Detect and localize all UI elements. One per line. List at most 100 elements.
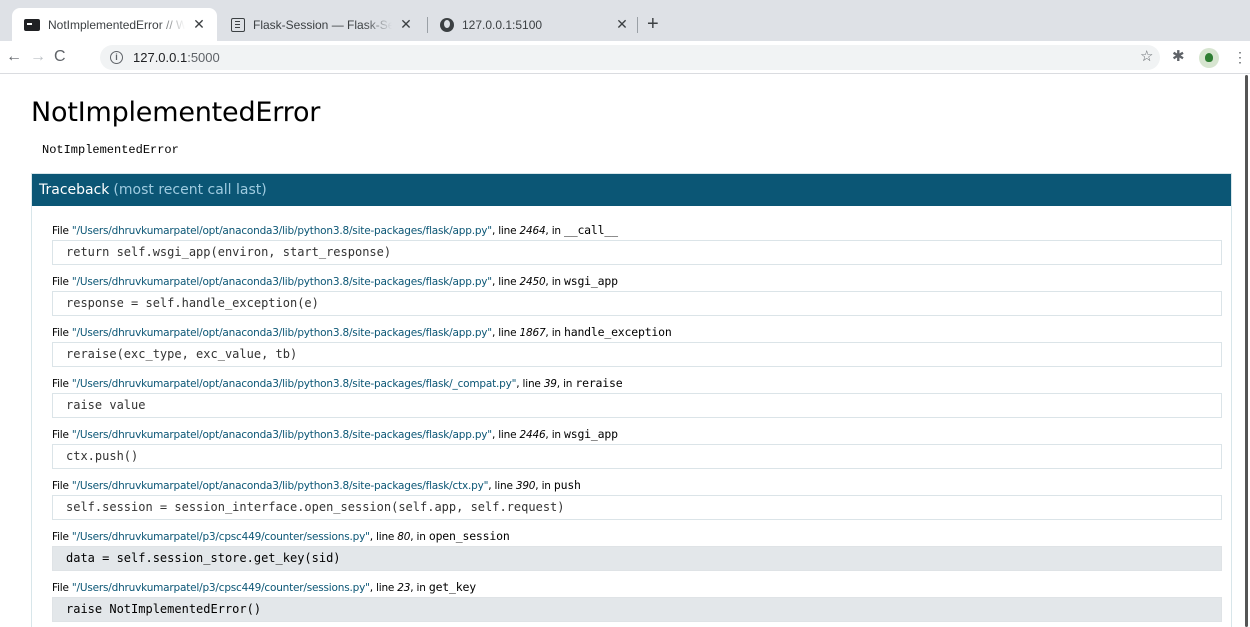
frame-function-name: reraise — [575, 376, 623, 390]
frame-location: File "/Users/dhruvkumarpatel/p3/cpsc449/… — [52, 580, 1222, 596]
frame-in-label: , in — [535, 480, 554, 492]
frame-location: File "/Users/dhruvkumarpatel/opt/anacond… — [52, 325, 1222, 341]
frame-line-label: , line — [488, 480, 516, 492]
frame-source-line[interactable]: raise NotImplementedError() — [52, 597, 1222, 622]
frame-line-number: 2464 — [519, 225, 546, 237]
frame-location: File "/Users/dhruvkumarpatel/p3/cpsc449/… — [52, 529, 1222, 545]
frame-in-label: , in — [545, 327, 565, 339]
traceback-frames: File "/Users/dhruvkumarpatel/opt/anacond… — [52, 223, 1222, 627]
frame-line-label: , line — [491, 276, 520, 288]
frame-function-name: push — [553, 478, 581, 492]
globe-icon — [440, 17, 454, 32]
frame-line-label: , line — [491, 327, 520, 339]
frame-file-prefix: File — [52, 429, 72, 441]
frame-location: File "/Users/dhruvkumarpatel/opt/anacond… — [52, 223, 1222, 239]
traceback-frame: File "/Users/dhruvkumarpatel/opt/anacond… — [52, 325, 1222, 367]
frame-in-label: , in — [545, 276, 565, 288]
traceback-frame: File "/Users/dhruvkumarpatel/opt/anacond… — [52, 274, 1222, 316]
frame-line-number: 80 — [397, 531, 411, 543]
frame-location: File "/Users/dhruvkumarpatel/opt/anacond… — [52, 427, 1222, 443]
new-tab-button[interactable]: + — [647, 14, 659, 34]
tab-title: Flask-Session — Flask-Session — [253, 17, 392, 32]
frame-location: File "/Users/dhruvkumarpatel/opt/anacond… — [52, 478, 1222, 494]
frame-source-line[interactable]: data = self.session_store.get_key(sid) — [52, 546, 1222, 571]
traceback-frame: File "/Users/dhruvkumarpatel/p3/cpsc449/… — [52, 529, 1222, 571]
frame-line-number: 39 — [543, 378, 557, 390]
forward-arrow-icon[interactable]: → — [30, 48, 46, 66]
frame-file-prefix: File — [52, 276, 72, 288]
tab-strip: NotImplementedError // Werkzeug Debugger… — [0, 0, 1250, 41]
frame-function-name: wsgi_app — [564, 274, 618, 288]
frame-source-line[interactable]: reraise(exc_type, exc_value, tb) — [52, 342, 1222, 367]
frame-file-path[interactable]: "/Users/dhruvkumarpatel/p3/cpsc449/count… — [72, 582, 370, 594]
browser-toolbar: ← → C i 127.0.0.1:5000 ☆ ✱ ⋮ — [0, 41, 1250, 74]
frame-line-number: 390 — [515, 480, 536, 492]
traceback-frame: File "/Users/dhruvkumarpatel/opt/anacond… — [52, 376, 1222, 418]
tab-localhost-5100[interactable]: 127.0.0.1:5100 ✕ — [428, 8, 640, 41]
frame-file-prefix: File — [52, 327, 72, 339]
traceback-header-title: Traceback — [39, 182, 110, 198]
frame-line-number: 2446 — [519, 429, 546, 441]
frame-function-name: get_key — [428, 580, 476, 594]
document-icon — [231, 17, 245, 32]
frame-function-name: __call__ — [564, 223, 618, 237]
frame-file-path[interactable]: "/Users/dhruvkumarpatel/opt/anaconda3/li… — [72, 225, 492, 237]
frame-function-name: handle_exception — [564, 325, 672, 339]
frame-function-name: open_session — [428, 529, 510, 543]
frame-in-label: , in — [545, 225, 565, 237]
frame-source-line[interactable]: ctx.push() — [52, 444, 1222, 469]
reload-icon[interactable]: C — [54, 48, 66, 66]
frame-in-label: , in — [410, 531, 429, 543]
frame-file-path[interactable]: "/Users/dhruvkumarpatel/opt/anaconda3/li… — [72, 378, 517, 390]
close-icon[interactable]: ✕ — [191, 16, 207, 33]
frame-source-line[interactable]: self.session = session_interface.open_se… — [52, 495, 1222, 520]
bookmark-star-icon[interactable]: ☆ — [1140, 49, 1153, 65]
frame-file-prefix: File — [52, 225, 72, 237]
close-icon[interactable]: ✕ — [614, 16, 630, 33]
traceback-header[interactable]: Traceback (most recent call last) — [32, 174, 1231, 206]
url-host: 127.0.0.1 — [133, 50, 188, 65]
frame-line-label: , line — [516, 378, 544, 390]
frame-file-prefix: File — [52, 582, 72, 594]
tab-separator — [637, 17, 638, 33]
back-arrow-icon[interactable]: ← — [6, 48, 22, 66]
frame-line-label: , line — [369, 531, 398, 543]
tab-werkzeug-debugger[interactable]: NotImplementedError // Werkzeug Debugger… — [12, 8, 217, 41]
frame-line-number: 2450 — [519, 276, 546, 288]
page-scrollbar[interactable] — [1245, 75, 1248, 627]
frame-file-prefix: File — [52, 480, 72, 492]
frame-in-label: , in — [556, 378, 576, 390]
profile-avatar[interactable] — [1199, 48, 1219, 68]
frame-line-number: 23 — [397, 582, 411, 594]
frame-line-number: 1867 — [519, 327, 546, 339]
traceback-frame: File "/Users/dhruvkumarpatel/opt/anacond… — [52, 478, 1222, 520]
frame-location: File "/Users/dhruvkumarpatel/opt/anacond… — [52, 376, 1222, 392]
frame-function-name: wsgi_app — [564, 427, 618, 441]
url-port: :5000 — [187, 50, 220, 65]
frame-source-line[interactable]: response = self.handle_exception(e) — [52, 291, 1222, 316]
extensions-puzzle-icon[interactable]: ✱ — [1172, 49, 1185, 65]
frame-file-path[interactable]: "/Users/dhruvkumarpatel/opt/anaconda3/li… — [72, 429, 492, 441]
frame-file-path[interactable]: "/Users/dhruvkumarpatel/opt/anaconda3/li… — [72, 480, 489, 492]
traceback-frame: File "/Users/dhruvkumarpatel/opt/anacond… — [52, 223, 1222, 265]
frame-source-line[interactable]: return self.wsgi_app(environ, start_resp… — [52, 240, 1222, 265]
frame-line-label: , line — [491, 429, 520, 441]
address-bar[interactable]: i 127.0.0.1:5000 — [100, 45, 1160, 70]
frame-source-line[interactable]: raise value — [52, 393, 1222, 418]
error-title: NotImplementedError — [31, 97, 321, 128]
terminal-icon — [24, 18, 40, 31]
frame-file-path[interactable]: "/Users/dhruvkumarpatel/opt/anaconda3/li… — [72, 276, 492, 288]
close-icon[interactable]: ✕ — [398, 16, 414, 33]
frame-file-prefix: File — [52, 378, 72, 390]
frame-file-path[interactable]: "/Users/dhruvkumarpatel/p3/cpsc449/count… — [72, 531, 370, 543]
frame-file-prefix: File — [52, 531, 72, 543]
tab-title: NotImplementedError // Werkzeug Debugger — [48, 17, 185, 32]
traceback-header-subtitle: (most recent call last) — [113, 182, 267, 198]
frame-line-label: , line — [369, 582, 398, 594]
frame-location: File "/Users/dhruvkumarpatel/opt/anacond… — [52, 274, 1222, 290]
info-icon[interactable]: i — [110, 51, 123, 64]
error-message: NotImplementedError — [42, 143, 179, 157]
more-menu-icon[interactable]: ⋮ — [1233, 49, 1247, 65]
frame-file-path[interactable]: "/Users/dhruvkumarpatel/opt/anaconda3/li… — [72, 327, 492, 339]
tab-flask-session[interactable]: Flask-Session — Flask-Session ✕ — [219, 8, 424, 41]
